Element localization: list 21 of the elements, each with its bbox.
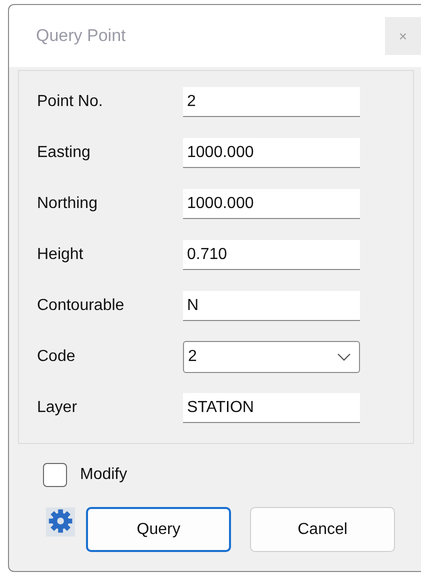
dialog-button[interactable]: Cancel xyxy=(250,507,395,552)
input-field[interactable]: 0.710 xyxy=(183,240,360,270)
input-field[interactable]: 1000.000 xyxy=(183,189,360,219)
code-dropdown[interactable]: 2 xyxy=(183,341,360,373)
input-field[interactable]: 2 xyxy=(183,87,360,117)
field-label: Easting xyxy=(36,144,92,162)
input-field[interactable]: STATION xyxy=(183,393,360,423)
field-label: Height xyxy=(36,246,84,264)
field-label: Contourable xyxy=(36,297,126,315)
field-label: Point No. xyxy=(36,93,104,111)
field-label: Northing xyxy=(36,195,98,213)
input-field[interactable]: N xyxy=(183,291,360,321)
modify-checkbox[interactable] xyxy=(43,463,67,487)
field-label: Code xyxy=(36,348,76,366)
gear-icon[interactable] xyxy=(46,507,76,537)
chevron-down-icon xyxy=(337,353,351,361)
checkbox-label: Modify xyxy=(80,466,128,484)
input-field[interactable]: 1000.000 xyxy=(183,138,360,168)
field-label: Layer xyxy=(36,399,78,417)
dialog-button[interactable]: Query xyxy=(86,507,232,552)
window-title: Query Point xyxy=(36,26,126,46)
